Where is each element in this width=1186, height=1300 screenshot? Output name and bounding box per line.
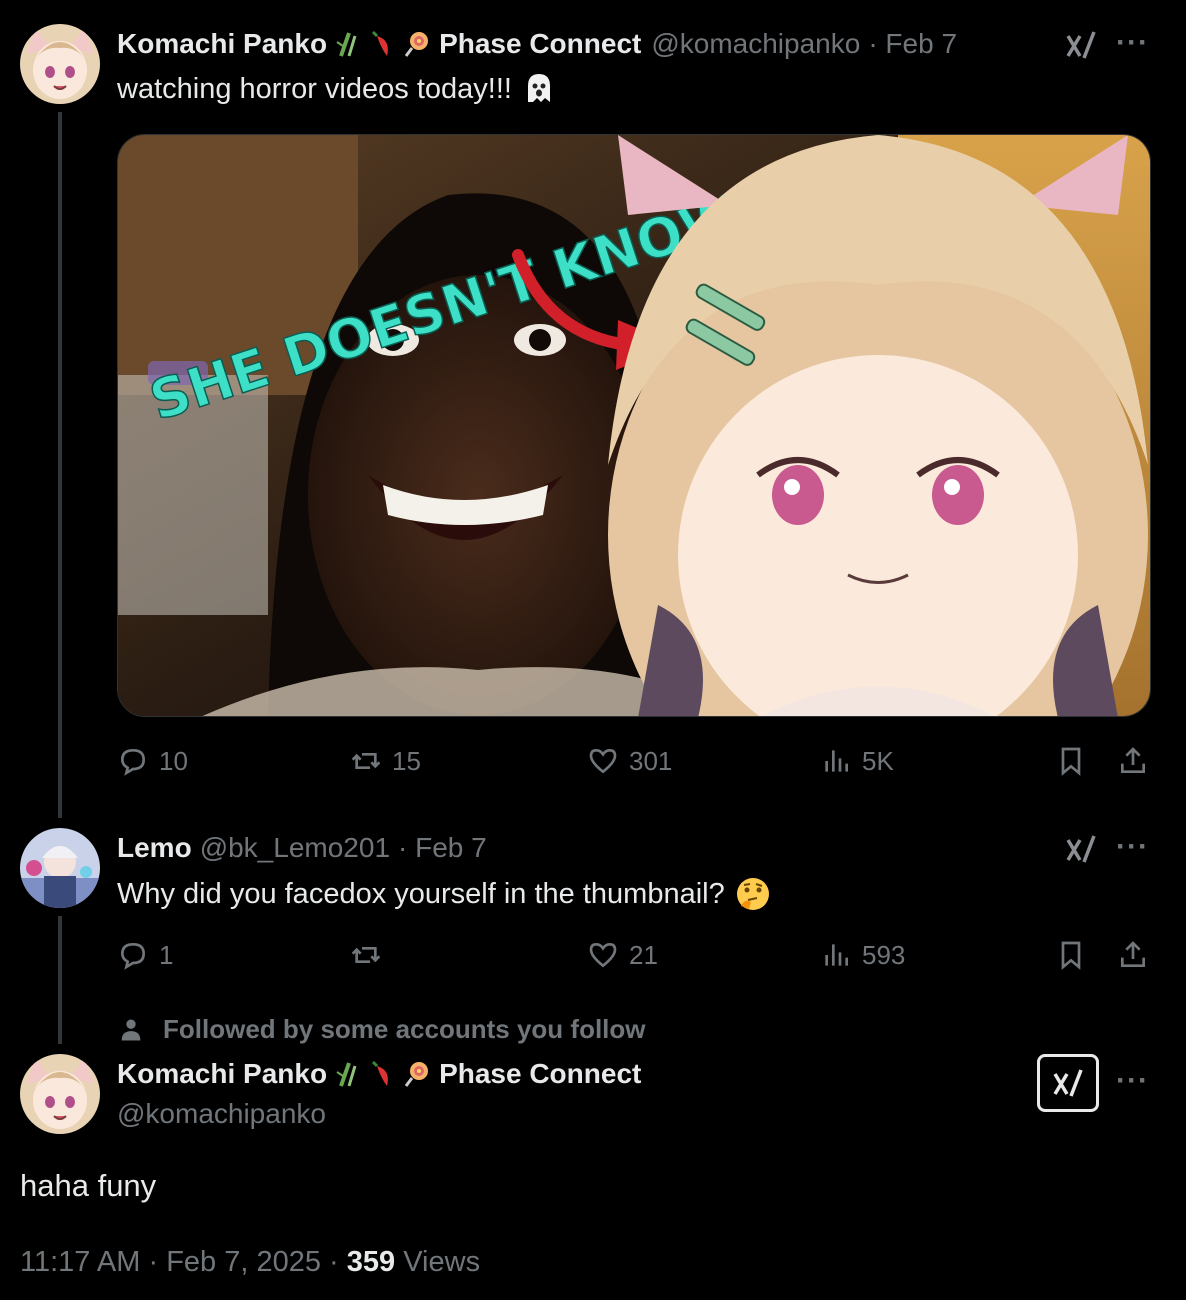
share-button[interactable] bbox=[1117, 939, 1149, 971]
heart-icon bbox=[589, 942, 617, 968]
tweet-metadata: 11:17 AM · Feb 7, 2025 · 359 Views bbox=[20, 1246, 480, 1279]
person-icon bbox=[121, 1019, 141, 1040]
tweet-header: Komachi Panko Phase Connect @komachipank… bbox=[117, 28, 957, 60]
tweet-media-thumbnail[interactable]: SHE DOESN'T KNOW bbox=[117, 134, 1151, 717]
separator: · bbox=[148, 1246, 159, 1278]
heart-icon bbox=[589, 748, 617, 774]
share-icon bbox=[1121, 941, 1145, 967]
thread-line bbox=[58, 916, 62, 1044]
reply-button[interactable]: 1 bbox=[117, 939, 173, 971]
ghost-emoji bbox=[522, 72, 556, 106]
thinking-face-emoji bbox=[735, 876, 771, 912]
more-options-icon[interactable]: ··· bbox=[1116, 1064, 1149, 1098]
view-count: 5K bbox=[862, 745, 894, 776]
tweet-header: Lemo @bk_Lemo201 · Feb 7 bbox=[117, 832, 487, 864]
social-context: Followed by some accounts you follow bbox=[117, 1014, 646, 1045]
grok-icon[interactable] bbox=[1064, 832, 1098, 866]
bookmark-icon bbox=[1061, 747, 1081, 776]
lollipop-icon bbox=[403, 30, 431, 58]
view-count: 593 bbox=[862, 939, 906, 970]
repost-icon bbox=[351, 947, 381, 963]
chili-pepper-icon bbox=[371, 1060, 395, 1088]
thread-line bbox=[58, 112, 62, 818]
avatar[interactable] bbox=[20, 828, 100, 908]
reply-button[interactable]: 10 bbox=[117, 745, 188, 777]
analytics-icon bbox=[825, 944, 848, 966]
grok-icon[interactable] bbox=[1064, 28, 1098, 62]
repost-button[interactable] bbox=[350, 939, 392, 971]
like-button[interactable]: 21 bbox=[587, 939, 658, 971]
repost-icon bbox=[351, 753, 381, 769]
avatar[interactable] bbox=[20, 24, 100, 104]
repost-count: 15 bbox=[392, 745, 421, 776]
tweet-text-content: watching horror videos today!!! bbox=[117, 72, 512, 105]
display-name[interactable]: Lemo bbox=[117, 832, 192, 864]
analytics-icon bbox=[825, 750, 848, 772]
grok-button[interactable] bbox=[1037, 1054, 1099, 1112]
more-options-icon[interactable]: ··· bbox=[1116, 26, 1149, 60]
like-count: 301 bbox=[629, 745, 673, 776]
bookmark-button[interactable] bbox=[1055, 939, 1087, 971]
bookmark-icon bbox=[1061, 941, 1081, 970]
timestamp[interactable]: · Feb 7 bbox=[868, 28, 957, 60]
reply-icon bbox=[120, 942, 146, 970]
separator: · bbox=[329, 1246, 339, 1278]
views-label: Views bbox=[403, 1246, 481, 1278]
tweet-text-content: Why did you facedox yourself in the thum… bbox=[117, 877, 725, 910]
share-icon bbox=[1121, 747, 1145, 773]
affiliation-name[interactable]: Phase Connect bbox=[439, 1058, 641, 1090]
share-button[interactable] bbox=[1117, 745, 1149, 777]
reply-count: 1 bbox=[159, 939, 174, 970]
display-name[interactable]: Komachi Panko bbox=[117, 1058, 327, 1090]
main-tweet-text: haha funy bbox=[20, 1168, 157, 1203]
handle[interactable]: @bk_Lemo201 bbox=[200, 832, 390, 864]
handle[interactable]: @komachipanko bbox=[117, 1098, 326, 1130]
views-button[interactable]: 5K bbox=[820, 745, 894, 777]
avatar[interactable] bbox=[20, 1054, 100, 1134]
tweet-text: Why did you facedox yourself in the thum… bbox=[117, 876, 771, 912]
reply-icon bbox=[120, 748, 146, 776]
lollipop-icon bbox=[403, 1060, 431, 1088]
tweet-text: watching horror videos today!!! bbox=[117, 72, 556, 106]
chili-pepper-icon bbox=[371, 30, 395, 58]
bamboo-icon bbox=[335, 1060, 363, 1088]
like-button[interactable]: 301 bbox=[587, 745, 672, 777]
views-count: 359 bbox=[346, 1246, 396, 1278]
tweet-date[interactable]: Feb 7, 2025 bbox=[166, 1246, 321, 1278]
bamboo-icon bbox=[335, 30, 363, 58]
views-button[interactable]: 593 bbox=[820, 939, 905, 971]
followed-by-text[interactable]: Followed by some accounts you follow bbox=[163, 1014, 646, 1045]
grok-icon bbox=[1053, 1069, 1083, 1097]
timestamp[interactable]: · Feb 7 bbox=[398, 832, 487, 864]
handle[interactable]: @komachipanko bbox=[651, 28, 860, 60]
bookmark-button[interactable] bbox=[1055, 745, 1087, 777]
repost-button[interactable]: 15 bbox=[350, 745, 421, 777]
tweet-header: Komachi Panko Phase Connect bbox=[117, 1058, 641, 1090]
like-count: 21 bbox=[629, 939, 658, 970]
more-options-icon[interactable]: ··· bbox=[1116, 830, 1149, 864]
display-name[interactable]: Komachi Panko bbox=[117, 28, 327, 60]
affiliation-name[interactable]: Phase Connect bbox=[439, 28, 641, 60]
tweet-time[interactable]: 11:17 AM bbox=[20, 1246, 140, 1278]
reply-count: 10 bbox=[159, 745, 188, 776]
